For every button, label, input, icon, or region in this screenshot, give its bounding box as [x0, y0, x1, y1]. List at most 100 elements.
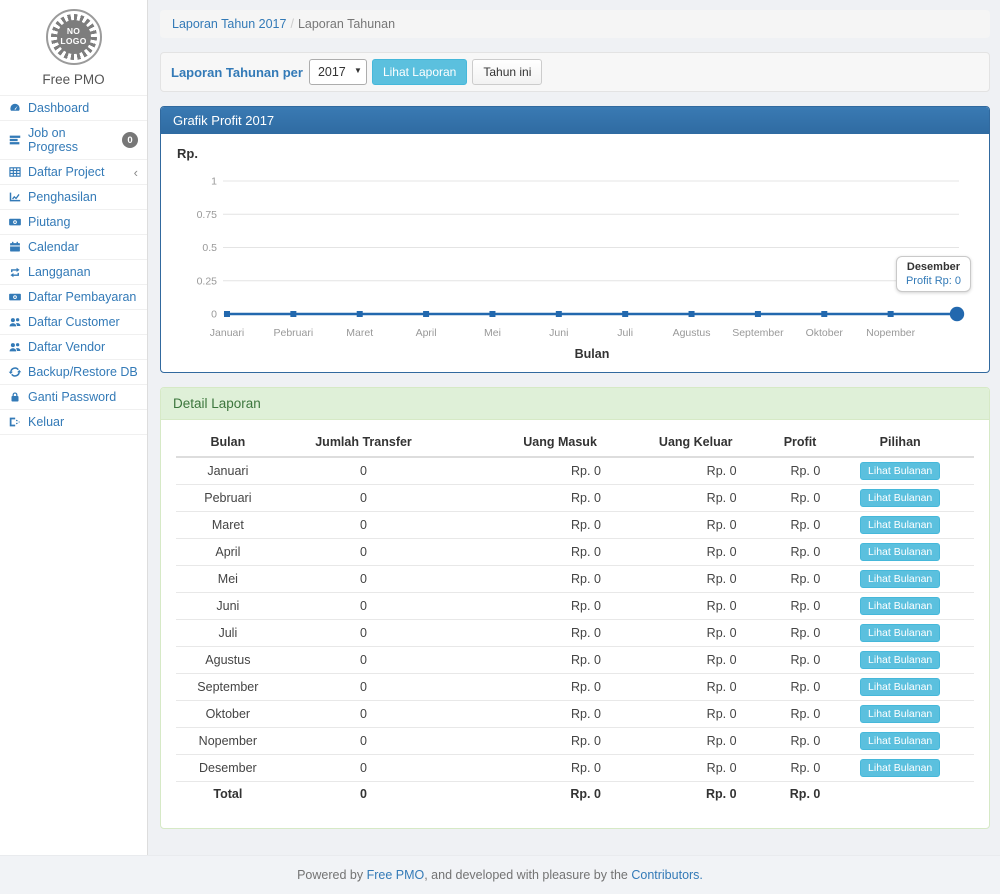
- view-monthly-button[interactable]: Lihat Bulanan: [860, 705, 940, 723]
- cell-jumlah-transfer: 0: [280, 647, 448, 674]
- svg-text:Juni: Juni: [549, 327, 568, 339]
- view-monthly-button[interactable]: Lihat Bulanan: [860, 624, 940, 642]
- chart-point[interactable]: [489, 311, 495, 317]
- year-select-wrap: 2017 ▼: [309, 59, 367, 85]
- chart-point[interactable]: [821, 311, 827, 317]
- profit-line-chart[interactable]: 10.750.50.250JanuariPebruariMaretAprilMe…: [175, 161, 975, 366]
- chart-point[interactable]: [755, 311, 761, 317]
- sidebar-item-label: Daftar Vendor: [28, 340, 105, 354]
- sidebar-link[interactable]: Penghasilan: [0, 185, 147, 209]
- view-monthly-button[interactable]: Lihat Bulanan: [860, 651, 940, 669]
- sidebar-link[interactable]: Daftar Project‹: [0, 160, 147, 184]
- svg-text:Pebruari: Pebruari: [274, 327, 314, 339]
- table-total-row: Total0Rp. 0Rp. 0Rp. 0: [176, 782, 974, 806]
- cell-profit: Rp. 0: [743, 674, 827, 701]
- svg-text:September: September: [732, 327, 784, 339]
- sidebar-item-piutang: Piutang: [0, 210, 147, 235]
- cell-profit: Rp. 0: [743, 728, 827, 755]
- sidebar-link[interactable]: Langganan: [0, 260, 147, 284]
- svg-text:1: 1: [211, 176, 217, 188]
- view-monthly-button[interactable]: Lihat Bulanan: [860, 759, 940, 777]
- table-row: April0Rp. 0Rp. 0Rp. 0Lihat Bulanan: [176, 539, 974, 566]
- line-chart-icon: [8, 190, 22, 204]
- calendar-icon: [8, 240, 22, 254]
- sidebar-link[interactable]: Piutang: [0, 210, 147, 234]
- sidebar-link[interactable]: Daftar Customer: [0, 310, 147, 334]
- cell-uang-masuk: Rp. 0: [447, 701, 607, 728]
- sidebar-item-daftar-vendor: Daftar Vendor: [0, 335, 147, 360]
- view-monthly-button[interactable]: Lihat Bulanan: [860, 597, 940, 615]
- chart-point[interactable]: [423, 311, 429, 317]
- chart-point-active[interactable]: [950, 307, 964, 321]
- chart-point[interactable]: [290, 311, 296, 317]
- cell-profit: Rp. 0: [743, 512, 827, 539]
- view-monthly-button[interactable]: Lihat Bulanan: [860, 570, 940, 588]
- cell-jumlah-transfer: 0: [280, 620, 448, 647]
- view-monthly-button[interactable]: Lihat Bulanan: [860, 462, 940, 480]
- chart-point[interactable]: [888, 311, 894, 317]
- cell-bulan: Agustus: [176, 647, 280, 674]
- report-filter-bar: Laporan Tahunan per 2017 ▼ Lihat Laporan…: [160, 52, 990, 92]
- cell-uang-keluar: Rp. 0: [607, 539, 743, 566]
- cell-profit: Rp. 0: [743, 485, 827, 512]
- sidebar-item-job-on-progress: Job on Progress0: [0, 121, 147, 160]
- sidebar-link[interactable]: Job on Progress0: [0, 121, 147, 159]
- view-monthly-button[interactable]: Lihat Bulanan: [860, 516, 940, 534]
- column-header-uang-masuk: Uang Masuk: [447, 428, 607, 457]
- table-row: Oktober0Rp. 0Rp. 0Rp. 0Lihat Bulanan: [176, 701, 974, 728]
- sidebar-link[interactable]: Keluar: [0, 410, 147, 434]
- chart-tooltip: Desember Profit Rp: 0: [896, 256, 971, 292]
- chart-panel-body: Rp. 10.750.50.250JanuariPebruariMaretApr…: [161, 134, 989, 372]
- cell-bulan: Nopember: [176, 728, 280, 755]
- chart-point[interactable]: [357, 311, 363, 317]
- svg-text:Mei: Mei: [484, 327, 501, 339]
- cell-uang-masuk: Rp. 0: [447, 566, 607, 593]
- cell-profit: Rp. 0: [743, 647, 827, 674]
- sidebar-item-keluar: Keluar: [0, 410, 147, 435]
- money-icon: [8, 215, 22, 229]
- sidebar-link[interactable]: Daftar Vendor: [0, 335, 147, 359]
- cell-jumlah-transfer: 0: [280, 674, 448, 701]
- app-logo[interactable]: NO LOGO Free PMO: [0, 0, 147, 95]
- year-select[interactable]: 2017: [309, 59, 367, 85]
- table-header-row: BulanJumlah TransferUang MasukUang Kelua…: [176, 428, 974, 457]
- cell-pilihan: Lihat Bulanan: [826, 539, 974, 566]
- total-pilihan-empty: [826, 782, 974, 806]
- svg-text:Maret: Maret: [346, 327, 373, 339]
- brand-name: Free PMO: [0, 72, 147, 87]
- view-monthly-button[interactable]: Lihat Bulanan: [860, 543, 940, 561]
- cell-uang-masuk: Rp. 0: [447, 647, 607, 674]
- chart-point[interactable]: [556, 311, 562, 317]
- sidebar-item-langganan: Langganan: [0, 260, 147, 285]
- cell-bulan: Mei: [176, 566, 280, 593]
- sidebar-link[interactable]: Daftar Pembayaran: [0, 285, 147, 309]
- total-profit: Rp. 0: [743, 782, 827, 806]
- view-monthly-button[interactable]: Lihat Bulanan: [860, 489, 940, 507]
- footer-link-contributors[interactable]: Contributors.: [631, 868, 703, 882]
- main-content: Laporan Tahun 2017/Laporan Tahunan Lapor…: [148, 0, 1000, 855]
- total-uang-keluar: Rp. 0: [607, 782, 743, 806]
- chart-point[interactable]: [224, 311, 230, 317]
- view-report-button[interactable]: Lihat Laporan: [372, 59, 467, 85]
- cell-jumlah-transfer: 0: [280, 701, 448, 728]
- cell-profit: Rp. 0: [743, 755, 827, 782]
- footer-link-freepmo[interactable]: Free PMO: [367, 868, 425, 882]
- this-year-button[interactable]: Tahun ini: [472, 59, 542, 85]
- table-icon: [8, 165, 22, 179]
- sidebar-link[interactable]: Backup/Restore DB: [0, 360, 147, 384]
- cell-uang-masuk: Rp. 0: [447, 728, 607, 755]
- sidebar-link[interactable]: Dashboard: [0, 96, 147, 120]
- sidebar-item-daftar-project: Daftar Project‹: [0, 160, 147, 185]
- cell-uang-masuk: Rp. 0: [447, 512, 607, 539]
- sidebar-link[interactable]: Ganti Password: [0, 385, 147, 409]
- chart-point[interactable]: [689, 311, 695, 317]
- view-monthly-button[interactable]: Lihat Bulanan: [860, 732, 940, 750]
- column-header-jumlah-transfer: Jumlah Transfer: [280, 428, 448, 457]
- cell-bulan: September: [176, 674, 280, 701]
- refresh-icon: [8, 365, 22, 379]
- cell-uang-masuk: Rp. 0: [447, 620, 607, 647]
- view-monthly-button[interactable]: Lihat Bulanan: [860, 678, 940, 696]
- chart-point[interactable]: [622, 311, 628, 317]
- breadcrumb-link[interactable]: Laporan Tahun 2017: [172, 17, 286, 31]
- sidebar-link[interactable]: Calendar: [0, 235, 147, 259]
